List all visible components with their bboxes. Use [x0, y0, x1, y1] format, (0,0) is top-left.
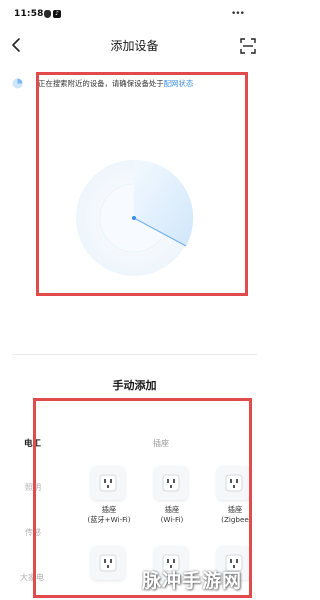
- scan-button[interactable]: [240, 38, 256, 54]
- highlight-box-search: [36, 72, 248, 296]
- status-time: 11:58: [14, 9, 44, 19]
- notification-icon: [44, 10, 51, 18]
- scan-icon: [240, 38, 256, 54]
- watermark: 脉冲手游网: [142, 570, 243, 592]
- tiktok-icon: ♪: [53, 10, 61, 18]
- manual-add-title: 手动添加: [112, 379, 157, 392]
- section-divider: [12, 354, 257, 355]
- page-title: 添加设备: [110, 39, 159, 53]
- searching-icon: [12, 78, 23, 89]
- status-bar: 11:58 ♪ •••: [0, 0, 269, 28]
- status-more: •••: [231, 9, 245, 19]
